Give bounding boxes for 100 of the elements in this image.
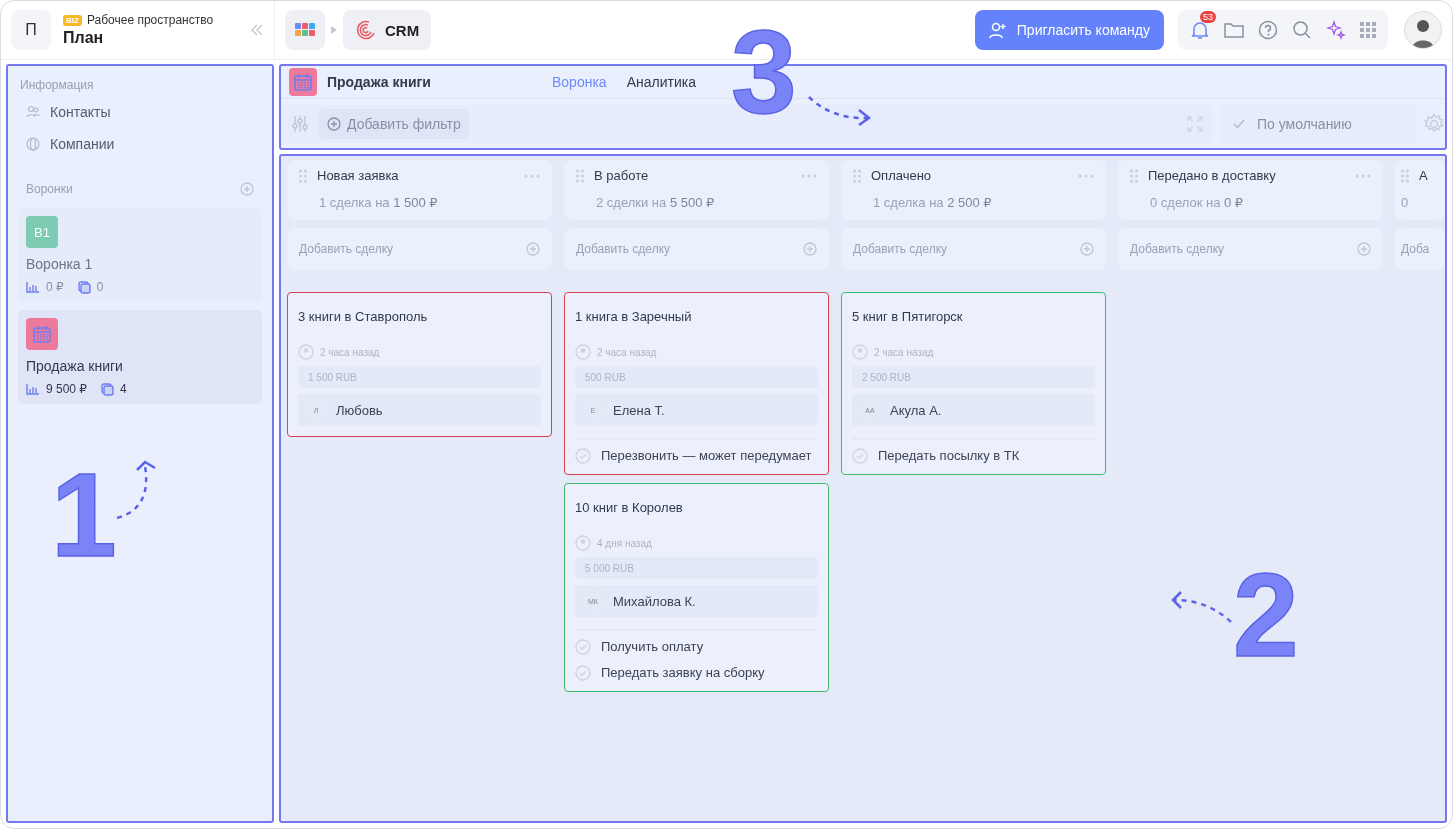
chart-icon (26, 281, 40, 293)
task-checkbox-icon[interactable] (575, 665, 591, 681)
collapse-icon[interactable] (250, 23, 264, 37)
add-user-icon (988, 21, 1007, 39)
settings-icon[interactable] (1423, 112, 1445, 135)
section-title: Информация (20, 78, 94, 92)
deals-icon (101, 382, 114, 396)
user-icon (852, 344, 868, 360)
crm-breadcrumb[interactable]: CRM (343, 10, 432, 50)
sliders-icon[interactable] (291, 114, 309, 133)
deal-title: 3 книги в Ставрополь (298, 309, 429, 324)
funnel-badge: В1 (26, 216, 58, 248)
add-funnel-icon[interactable] (240, 182, 254, 196)
plus-circle-icon (327, 116, 341, 131)
help-icon[interactable] (1258, 20, 1278, 40)
drag-handle-icon[interactable] (576, 168, 584, 183)
deal-time: 2 часа назад (874, 346, 934, 358)
spiral-logo-icon (355, 19, 377, 41)
deals-icon (77, 280, 91, 294)
sidebar-item[interactable]: Компании (18, 128, 262, 160)
funnel-name: Воронка 1 (26, 256, 94, 272)
contact-name: Акула А. (890, 402, 942, 418)
add-deal-label: Добавить сделку (853, 242, 948, 256)
section-title: Воронки (26, 182, 73, 196)
user-icon (575, 535, 591, 551)
contact-name: Любовь (336, 402, 383, 418)
grid-menu-icon[interactable] (1360, 22, 1376, 38)
callout-number: 1 (51, 456, 117, 574)
column-title: Передано в доставку (1148, 168, 1277, 183)
deal-title: 1 книга в Заречный (575, 309, 693, 324)
sparkles-icon[interactable] (1326, 20, 1346, 40)
search-icon[interactable] (1292, 20, 1312, 40)
column-title: Оплачено (871, 168, 933, 183)
notification-count: 53 (1200, 11, 1216, 23)
column-title: В работе (594, 168, 650, 183)
drag-handle-icon[interactable] (1130, 168, 1138, 183)
deal-title: 5 книг в Пятигорск (852, 309, 964, 324)
task-checkbox-icon[interactable] (575, 448, 591, 464)
invite-button[interactable]: Пригласить команду (974, 10, 1164, 50)
task-text: Перезвонить — может передумает (601, 448, 812, 463)
add-icon[interactable] (1357, 242, 1371, 256)
funnel-item[interactable]: В1 Воронка 1 0 ₽ 0 (18, 208, 262, 302)
sidebar-item[interactable]: Контакты (18, 96, 262, 128)
drag-handle-icon[interactable] (299, 168, 307, 183)
apps-grid-icon (295, 23, 315, 37)
task-checkbox-icon[interactable] (852, 448, 868, 464)
workspace-name: План (63, 29, 105, 47)
funnel-amount: 9 500 ₽ (46, 382, 87, 396)
sidebar-item-label: Компании (50, 136, 115, 152)
funnel-item[interactable]: Продажа книги 9 500 ₽ 4 (18, 310, 262, 404)
contact-name: Елена Т. (613, 402, 665, 418)
funnel-amount: 0 ₽ (46, 280, 64, 294)
task-text: Передать посылку в ТК (878, 448, 1020, 463)
add-deal-label: Доба (1401, 242, 1430, 256)
add-icon[interactable] (526, 242, 540, 256)
check-icon (1233, 118, 1245, 129)
task-checkbox-icon[interactable] (575, 639, 591, 655)
apps-button[interactable] (285, 10, 325, 50)
task-text: Получить оплату (601, 639, 704, 654)
app-title: CRM (385, 21, 420, 39)
add-icon[interactable] (803, 242, 817, 256)
folder-icon[interactable] (1224, 21, 1244, 39)
column-summary: 0 сделок на 0 ₽ (1149, 195, 1245, 211)
column-title: А (1419, 168, 1429, 183)
column-summary: 0 (1401, 195, 1410, 211)
task-text: Передать заявку на сборку (601, 665, 765, 680)
dashed-arrow (807, 93, 873, 129)
deal-time: 2 часа назад (320, 346, 380, 358)
add-deal-label: Добавить сделку (576, 242, 671, 256)
funnel-count: 4 (120, 382, 127, 396)
callout-number: 2 (1233, 556, 1299, 674)
user-icon (298, 344, 314, 360)
add-icon[interactable] (1080, 242, 1094, 256)
bell-icon[interactable] (1190, 20, 1210, 40)
calendar-glyph-icon (32, 324, 52, 344)
contact-name: Михайлова К. (613, 593, 696, 609)
expand-icon[interactable] (1187, 115, 1203, 132)
workspace-avatar[interactable]: П (11, 10, 51, 50)
more-icon[interactable] (524, 173, 540, 178)
column-summary: 1 сделка на 2 500 ₽ (872, 195, 993, 211)
chart-icon (26, 383, 40, 395)
sidebar-item-label: Контакты (50, 104, 111, 120)
more-icon[interactable] (1355, 173, 1371, 178)
deal-time: 4 дня назад (597, 537, 652, 549)
drag-handle-icon[interactable] (1401, 168, 1409, 183)
more-icon[interactable] (801, 173, 817, 178)
funnel-name: Продажа книги (26, 358, 124, 374)
more-icon[interactable] (1078, 173, 1094, 178)
user-icon (575, 344, 591, 360)
drag-handle-icon[interactable] (853, 168, 861, 183)
column-title: Новая заявка (317, 168, 400, 183)
plan-badge: BIZ (63, 14, 82, 26)
add-deal-label: Добавить сделку (1130, 242, 1225, 256)
user-avatar[interactable] (1404, 11, 1442, 49)
view-tab[interactable]: Аналитика (626, 74, 696, 90)
add-deal-label: Добавить сделку (299, 242, 394, 256)
people-icon (26, 105, 40, 119)
globe-icon (26, 137, 40, 151)
pipeline-title: Продажа книги (327, 74, 432, 90)
funnel-count: 0 (96, 280, 104, 294)
